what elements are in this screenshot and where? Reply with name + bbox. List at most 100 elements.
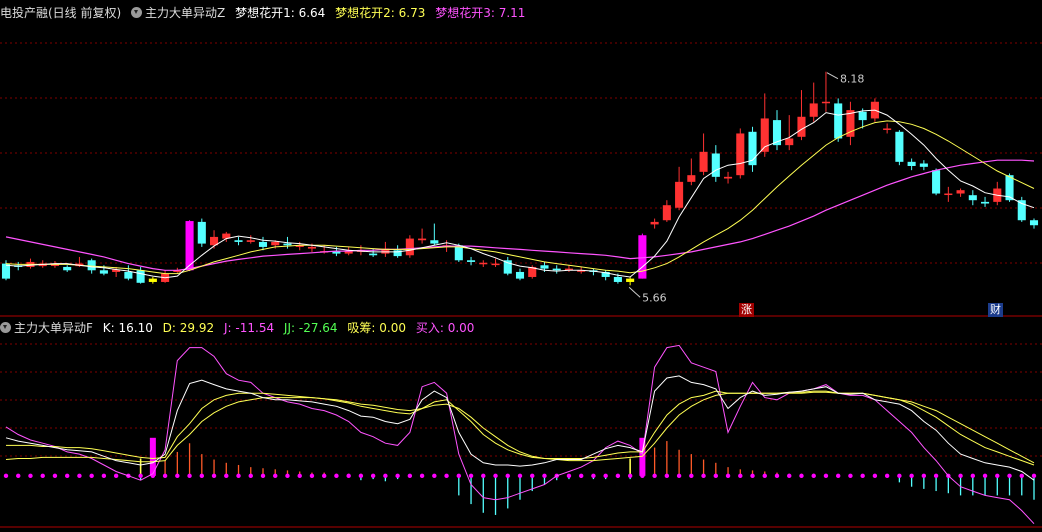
candle-body bbox=[479, 262, 488, 265]
signal-dot bbox=[799, 473, 804, 479]
signal-dot bbox=[860, 473, 865, 479]
candle-body bbox=[283, 243, 292, 246]
candle-body bbox=[405, 238, 414, 256]
signal-dot bbox=[199, 473, 205, 479]
signal-dot bbox=[138, 473, 143, 479]
candle-body bbox=[148, 278, 157, 282]
signal-dot bbox=[689, 473, 694, 479]
candle-body bbox=[883, 128, 892, 130]
buy-value: 买入: 0.00 bbox=[415, 321, 475, 335]
j-value: J: -11.54 bbox=[223, 321, 275, 335]
candle-body bbox=[197, 221, 206, 244]
candle-body bbox=[491, 263, 500, 266]
candle-body bbox=[369, 253, 378, 256]
signal-dot bbox=[236, 473, 241, 479]
ma3-line bbox=[5, 159, 1035, 271]
signal-dot bbox=[273, 473, 278, 479]
signal-dot bbox=[113, 473, 119, 479]
signal-dot bbox=[64, 473, 70, 479]
signal-dot bbox=[309, 473, 315, 479]
signal-dot bbox=[407, 473, 413, 479]
signal-dot bbox=[456, 473, 462, 479]
signal-dot bbox=[395, 473, 400, 479]
candle-body bbox=[907, 161, 916, 166]
candle-body bbox=[711, 153, 720, 177]
signal-dot bbox=[1007, 473, 1012, 479]
signal-dot bbox=[566, 473, 572, 479]
signal-dot bbox=[982, 473, 988, 479]
ma1-legend: 梦想花开1: 6.64 bbox=[235, 6, 326, 20]
signal-dot bbox=[260, 473, 266, 479]
signal-dot bbox=[603, 473, 608, 479]
signal-dot bbox=[652, 473, 657, 479]
candle-body bbox=[785, 138, 794, 146]
candle-body bbox=[234, 240, 243, 242]
signal-dot bbox=[762, 473, 767, 479]
signal-dot bbox=[1019, 473, 1024, 479]
cai-marker[interactable]: 财 bbox=[988, 303, 1003, 317]
candle-body bbox=[63, 266, 72, 271]
candle-body bbox=[271, 241, 280, 246]
candle-body bbox=[736, 133, 745, 176]
candle-body bbox=[944, 193, 953, 196]
signal-dot bbox=[358, 473, 364, 479]
low-price-label: 5.66 bbox=[642, 291, 667, 304]
signal-dot bbox=[383, 473, 388, 479]
signal-dot bbox=[823, 473, 829, 479]
zhang-marker[interactable]: 涨 bbox=[739, 303, 754, 317]
candle-body bbox=[613, 276, 622, 282]
signal-dot bbox=[578, 473, 584, 479]
signal-dot bbox=[738, 473, 743, 479]
signal-dot bbox=[346, 473, 351, 479]
candle-body bbox=[638, 235, 647, 279]
signal-dot bbox=[28, 473, 33, 479]
candle-body bbox=[307, 246, 316, 249]
sub-indicator-menu-icon[interactable] bbox=[0, 322, 11, 333]
signal-dot bbox=[224, 473, 229, 479]
candle-body bbox=[246, 240, 255, 242]
signal-dot bbox=[872, 473, 878, 479]
ma1-line bbox=[5, 109, 1035, 279]
candle-body bbox=[932, 170, 941, 194]
signal-dot bbox=[52, 473, 58, 479]
candle-body bbox=[515, 271, 525, 279]
signal-dot bbox=[370, 473, 376, 479]
signal-dot bbox=[444, 473, 449, 479]
signal-dot bbox=[921, 473, 927, 479]
high-price-pointer bbox=[826, 72, 839, 80]
signal-dot bbox=[77, 473, 82, 479]
signal-dot bbox=[40, 473, 45, 479]
indicator-name[interactable]: 主力大单异动Z bbox=[131, 6, 225, 20]
signal-dot bbox=[713, 473, 719, 479]
candle-body bbox=[919, 163, 928, 167]
signal-dot bbox=[285, 473, 290, 479]
candle-body bbox=[809, 103, 818, 117]
candle-body bbox=[136, 270, 145, 283]
candle-body bbox=[1029, 220, 1039, 226]
candle-body bbox=[675, 181, 684, 208]
signal-dot bbox=[725, 473, 731, 479]
signal-dot bbox=[884, 473, 890, 479]
sub-header: 主力大单异动F K: 16.10 D: 29.92 J: -11.54 JJ: … bbox=[0, 318, 480, 338]
candle-body bbox=[99, 270, 108, 274]
main-header: 电投产融(日线 前复权) 主力大单异动Z 梦想花开1: 6.64 梦想花开2: … bbox=[0, 3, 531, 23]
moving-average-lines bbox=[5, 109, 1035, 279]
signal-dot bbox=[676, 473, 682, 479]
candle-body bbox=[956, 190, 965, 194]
chart-canvas: 8.18 5.66 bbox=[0, 42, 1042, 528]
candle-body bbox=[821, 101, 830, 104]
k-value: K: 16.10 bbox=[102, 321, 153, 335]
indicator-menu-icon[interactable] bbox=[131, 7, 143, 18]
candle-body bbox=[258, 241, 268, 247]
signal-dot bbox=[970, 473, 976, 479]
signal-dot bbox=[995, 473, 1000, 479]
signal-dot bbox=[811, 473, 816, 479]
candle-body bbox=[418, 238, 427, 241]
candle-body bbox=[124, 271, 133, 279]
ma3-legend: 梦想花开3: 7.11 bbox=[435, 6, 526, 20]
sub-indicator-name[interactable]: 主力大单异动F bbox=[0, 321, 93, 335]
signal-dot bbox=[419, 473, 425, 479]
signal-dot bbox=[175, 473, 180, 479]
candle-body bbox=[662, 205, 671, 221]
candle-body bbox=[895, 131, 904, 162]
